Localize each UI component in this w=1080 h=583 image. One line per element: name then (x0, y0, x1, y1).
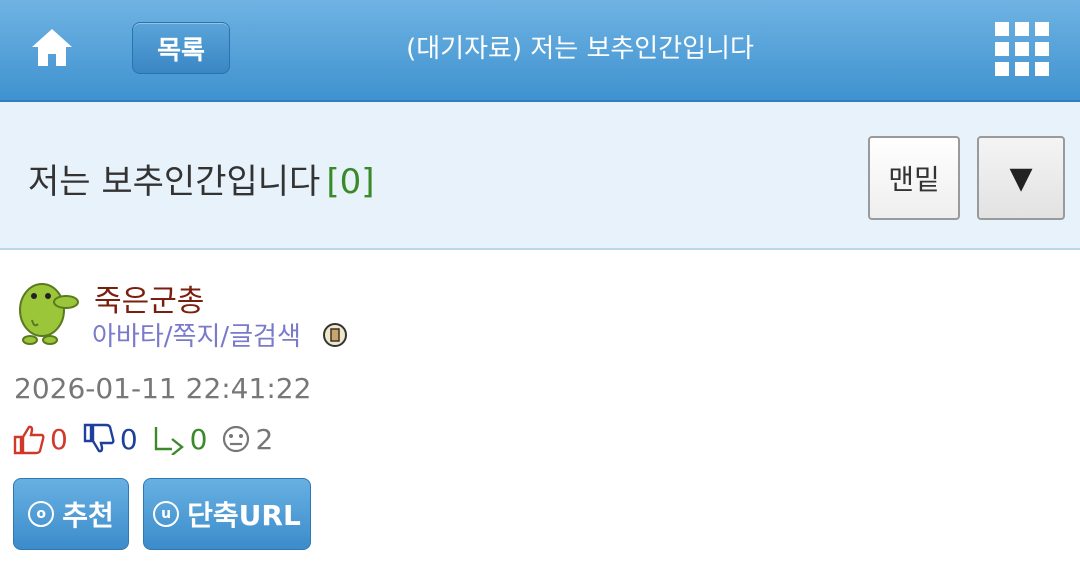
thumbs-up-icon (13, 425, 45, 455)
expand-down-button[interactable]: ▼ (977, 136, 1065, 220)
downvote-count: 0 (119, 422, 138, 456)
post-datetime: 2026-01-11 22:41:22 (14, 372, 312, 405)
short-url-label: 단축URL (187, 499, 301, 532)
list-button[interactable]: 목록 (132, 22, 230, 74)
go-bottom-button[interactable]: 맨밑 (868, 136, 960, 220)
page-title: (대기자료) 저는 보추인간입니다 (406, 34, 754, 64)
post-subject-text: 저는 보추인간입니다 (28, 162, 321, 202)
upvote-count: 0 (50, 422, 68, 456)
post-stats: 0 0 0 2 (12, 422, 287, 456)
home-icon[interactable] (30, 26, 74, 68)
share-stat[interactable]: 0 (152, 422, 208, 456)
short-url-button[interactable]: u 단축URL (143, 478, 311, 550)
recommend-circle-icon: o (28, 501, 55, 527)
author-links[interactable]: 아바타/쪽지/글검색 (92, 316, 301, 353)
menu-grid-icon[interactable] (995, 22, 1049, 76)
comment-count[interactable]: [0] (326, 162, 374, 202)
top-bar: 목록 (대기자료) 저는 보추인간입니다 (0, 0, 1080, 102)
recommend-button[interactable]: o 추천 (13, 478, 129, 550)
downvote-stat[interactable]: 0 (82, 423, 138, 456)
post-subject: 저는 보추인간입니다 [0] (28, 154, 375, 203)
view-stat: 2 (221, 423, 273, 456)
subject-bar: 저는 보추인간입니다 [0] 맨밑 ▼ (0, 102, 1080, 250)
thumbs-down-icon (83, 423, 115, 453)
short-url-circle-icon: u (153, 501, 180, 527)
recommend-label: 추천 (62, 499, 114, 532)
face-icon (223, 425, 250, 453)
avatar[interactable] (14, 280, 80, 348)
view-count: 2 (255, 422, 274, 456)
share-count: 0 (189, 422, 208, 456)
author-name[interactable]: 죽은군총 (94, 276, 204, 320)
upvote-stat[interactable]: 0 (12, 423, 68, 456)
share-arrow-icon (154, 427, 184, 455)
level-badge-icon (322, 322, 348, 348)
